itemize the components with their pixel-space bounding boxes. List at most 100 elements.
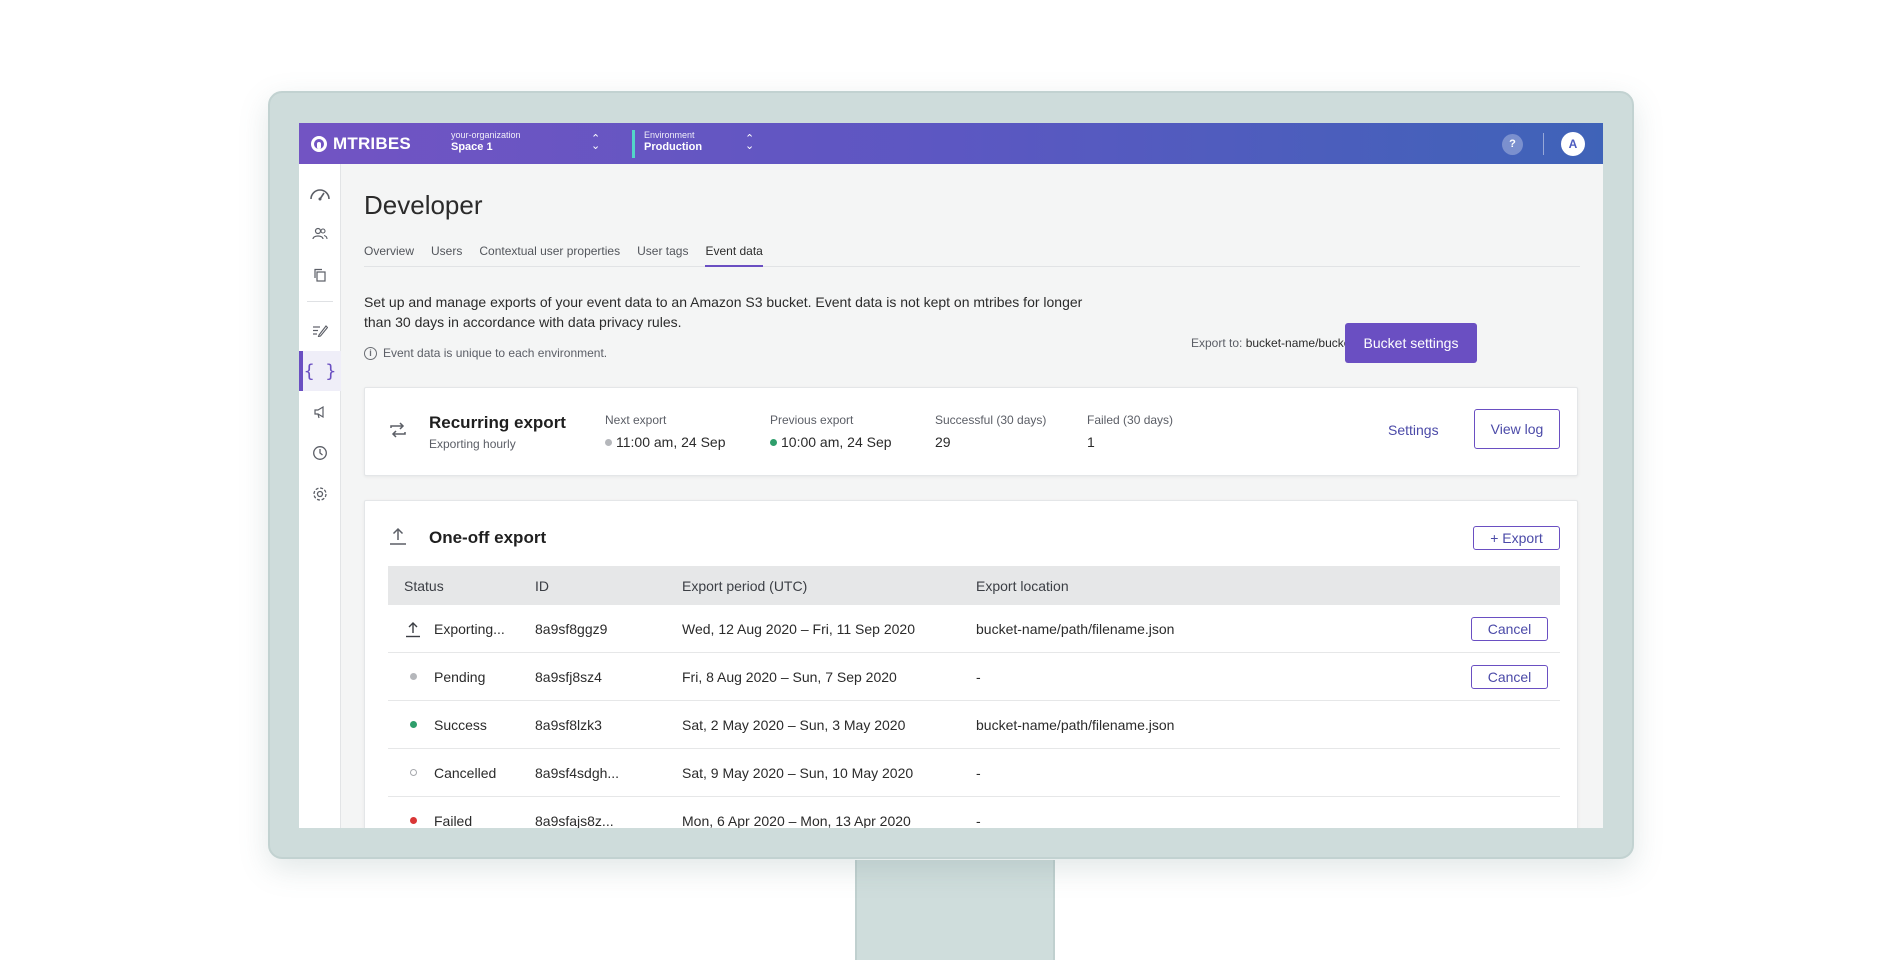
- export-location: -: [976, 668, 981, 685]
- export-id: 8a9sfj8sz4: [535, 668, 602, 685]
- intro-text: Set up and manage exports of your event …: [364, 294, 1083, 330]
- logo-icon: [311, 136, 327, 152]
- failed-stat: Failed (30 days) 1: [1087, 413, 1173, 450]
- export-period: Sat, 9 May 2020 – Sun, 10 May 2020: [682, 764, 914, 781]
- help-button[interactable]: ?: [1502, 134, 1523, 155]
- divider: [1543, 133, 1544, 155]
- monitor-stand: [855, 860, 1055, 960]
- successful-label: Successful (30 days): [935, 413, 1047, 427]
- export-period: Fri, 8 Aug 2020 – Sun, 7 Sep 2020: [682, 668, 897, 685]
- sidebar-item-collections[interactable]: [299, 255, 341, 295]
- sidebar-item-editor[interactable]: [299, 310, 341, 350]
- recurring-settings-link[interactable]: Settings: [1388, 422, 1439, 438]
- column-export-period: Export period (UTC): [682, 577, 808, 594]
- cancel-button[interactable]: Cancel: [1471, 617, 1548, 641]
- success-dot-icon: [404, 721, 422, 728]
- previous-export-label: Previous export: [770, 413, 854, 427]
- status-text: Pending: [434, 668, 486, 685]
- sidebar-item-dashboard[interactable]: [299, 173, 341, 213]
- table-row: Cancelled 8a9sf4sdgh... Sat, 9 May 2020 …: [388, 749, 1560, 797]
- pending-dot-icon: [605, 438, 612, 446]
- failed-value: 1: [1087, 434, 1095, 450]
- chevron-up-down-icon: ⌃ ⌄: [591, 133, 601, 152]
- edit-icon: [313, 325, 328, 337]
- successful-stat: Successful (30 days) 29: [935, 413, 1046, 450]
- copy-icon: [314, 268, 326, 282]
- export-period: Sat, 2 May 2020 – Sun, 3 May 2020: [682, 716, 906, 733]
- add-export-button[interactable]: + Export: [1473, 526, 1560, 550]
- table-row: Pending 8a9sfj8sz4 Fri, 8 Aug 2020 – Sun…: [388, 653, 1560, 701]
- table-row: Success 8a9sf8lzk3 Sat, 2 May 2020 – Sun…: [388, 701, 1560, 749]
- tab-users[interactable]: Users: [431, 244, 462, 267]
- logo-text: MTRIBES: [333, 134, 411, 153]
- env-value: Production: [644, 141, 703, 153]
- pending-dot-icon: [404, 673, 422, 680]
- successful-value: 29: [935, 434, 951, 450]
- tab-contextual-user-properties[interactable]: Contextual user properties: [479, 244, 620, 267]
- export-id: 8a9sf8ggz9: [535, 620, 608, 637]
- history-icon: [313, 446, 327, 460]
- megaphone-icon: [314, 405, 324, 419]
- export-table: Status ID Export period (UTC) Export loc…: [388, 566, 1560, 828]
- sidebar-item-settings[interactable]: [299, 474, 341, 514]
- code-braces-icon: { }: [303, 360, 337, 382]
- tab-event-data[interactable]: Event data: [705, 244, 763, 267]
- recurring-export-card: Recurring export Exporting hourly Next e…: [364, 387, 1578, 476]
- next-export-stat: Next export 11:00 am, 24 Sep: [605, 413, 725, 450]
- failed-label: Failed (30 days): [1087, 413, 1174, 427]
- tab-overview[interactable]: Overview: [364, 244, 414, 267]
- table-row: Failed 8a9sfajs8z... Mon, 6 Apr 2020 – M…: [388, 797, 1560, 828]
- logo[interactable]: MTRIBES: [311, 134, 411, 154]
- cancel-button[interactable]: Cancel: [1471, 665, 1548, 689]
- export-location: bucket-name/path/filename.json: [976, 620, 1175, 637]
- column-export-location: Export location: [976, 577, 1069, 594]
- top-bar: MTRIBES your-organization Space 1 ⌃ ⌄ Env…: [299, 123, 1603, 164]
- settings-icon: [313, 487, 327, 501]
- status-text: Failed: [434, 812, 473, 829]
- status-text: Success: [434, 716, 487, 733]
- upload-icon: [390, 527, 406, 545]
- avatar[interactable]: A: [1561, 132, 1585, 156]
- success-dot-icon: [770, 438, 777, 446]
- sidebar-item-users[interactable]: [299, 214, 341, 254]
- space-selector[interactable]: your-organization Space 1 ⌃ ⌄: [451, 130, 601, 158]
- export-to-label: Export to:: [1191, 336, 1243, 350]
- org-label: your-organization: [451, 130, 521, 140]
- info-icon: i: [364, 346, 377, 360]
- space-value: Space 1: [451, 141, 493, 153]
- bucket-settings-button[interactable]: Bucket settings: [1345, 323, 1477, 363]
- tab-user-tags[interactable]: User tags: [637, 244, 688, 267]
- environment-note: i Event data is unique to each environme…: [364, 346, 607, 360]
- one-off-export-card: One-off export + Export Status ID Export…: [364, 500, 1578, 828]
- one-off-title: One-off export: [429, 528, 547, 547]
- env-label: Environment: [644, 130, 695, 140]
- export-id: 8a9sf4sdgh...: [535, 764, 620, 781]
- sidebar-item-announcements[interactable]: [299, 392, 341, 432]
- table-row: Exporting... 8a9sf8ggz9 Wed, 12 Aug 2020…: [388, 605, 1560, 653]
- recurring-subtitle: Exporting hourly: [429, 437, 516, 451]
- next-export-label: Next export: [605, 413, 667, 427]
- previous-export-stat: Previous export 10:00 am, 24 Sep: [770, 413, 892, 450]
- column-id: ID: [535, 577, 549, 594]
- status-text: Cancelled: [434, 764, 497, 781]
- status-text: Exporting...: [434, 620, 505, 637]
- sidebar: { }: [299, 164, 341, 828]
- view-log-button[interactable]: View log: [1474, 409, 1560, 449]
- cancelled-dot-icon: [404, 769, 422, 776]
- dashboard-icon: [310, 189, 330, 201]
- sidebar-item-developer[interactable]: { }: [299, 351, 341, 391]
- app-screen: MTRIBES your-organization Space 1 ⌃ ⌄ Env…: [299, 123, 1603, 828]
- recurring-title: Recurring export: [429, 413, 566, 432]
- export-location: -: [976, 812, 981, 829]
- sidebar-item-history[interactable]: [299, 433, 341, 473]
- upload-icon: [404, 620, 422, 638]
- users-icon: [312, 227, 328, 240]
- failed-dot-icon: [404, 817, 422, 824]
- main-content: Developer Overview Users Contextual user…: [341, 164, 1603, 828]
- tab-bar: Overview Users Contextual user propertie…: [364, 244, 1580, 267]
- repeat-icon: [390, 422, 406, 438]
- export-location: bucket-name/path/filename.json: [976, 716, 1175, 733]
- environment-selector[interactable]: Environment Production ⌃ ⌄: [632, 130, 754, 158]
- export-period: Wed, 12 Aug 2020 – Fri, 11 Sep 2020: [682, 620, 915, 637]
- previous-export-value: 10:00 am, 24 Sep: [781, 434, 892, 450]
